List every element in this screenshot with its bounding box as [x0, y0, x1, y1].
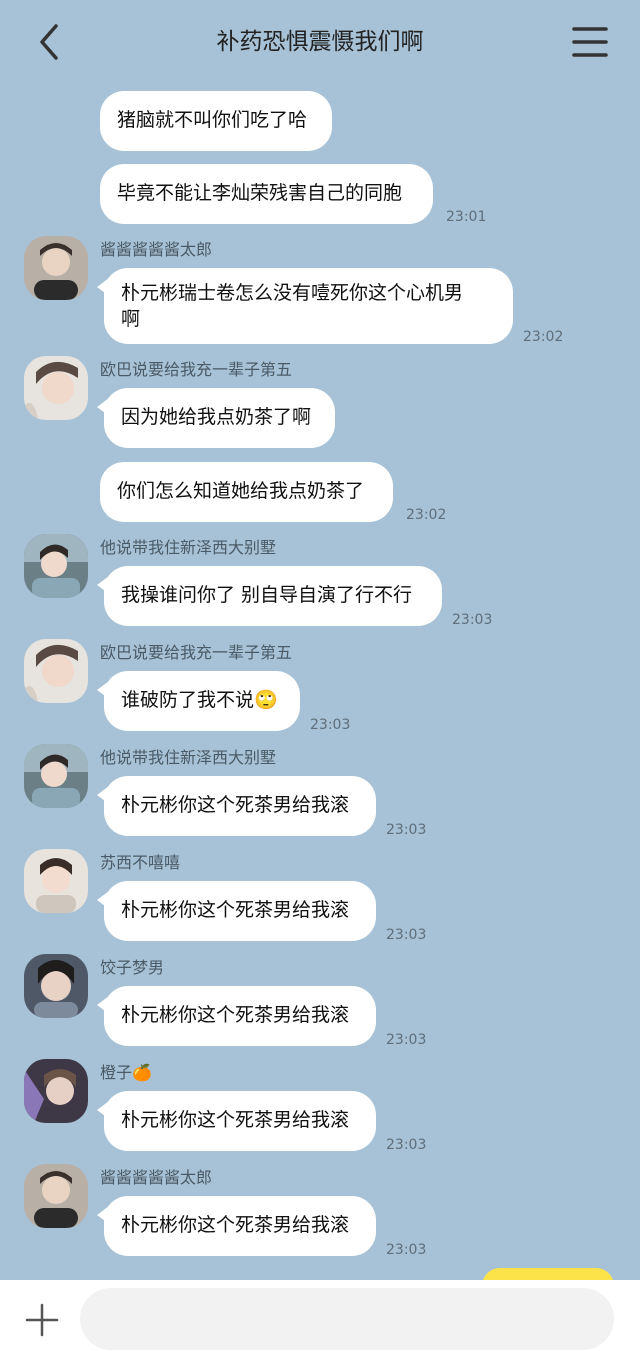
message-bubble[interactable]: 朴元彬瑞士卷怎么没有噎死你这个心机男 啊 [97, 268, 513, 344]
avatar[interactable] [24, 356, 88, 420]
avatar[interactable] [24, 1059, 88, 1123]
attach-button[interactable] [24, 1302, 60, 1338]
message-time: 23:02 [523, 329, 564, 345]
message-bubble[interactable]: 因为她给我点奶茶了啊 [97, 388, 335, 448]
message-bubble[interactable]: 朴元彬你这个死茶男给我滚 [97, 776, 376, 836]
message-time: 23:01 [446, 209, 487, 225]
message-bubble[interactable]: 毕竟不能让李灿荣残害自己的同胞 [100, 164, 433, 224]
message-bubble[interactable]: 猪脑就不叫你们吃了哈 [100, 91, 332, 151]
message-bubble[interactable]: 谁破防了我不说🙄 [97, 671, 300, 731]
message-time: 23:03 [386, 822, 427, 838]
sender-name: 酱酱酱酱酱太郎 [100, 240, 213, 259]
avatar[interactable] [24, 849, 88, 913]
message-bubble[interactable]: 朴元彬你这个死茶男给我滚 [97, 1091, 376, 1151]
message-input[interactable] [80, 1288, 614, 1350]
sender-name: 他说带我住新泽西大别墅 [100, 748, 277, 767]
message-time: 23:03 [452, 612, 493, 628]
own-message-bubble[interactable] [482, 1268, 614, 1280]
message-bubble[interactable]: 你们怎么知道她给我点奶茶了 [100, 462, 393, 522]
input-bar [0, 1280, 640, 1351]
message-time: 23:03 [386, 1032, 427, 1048]
message-time: 23:03 [310, 717, 351, 733]
sender-name: 饺子梦男 [100, 958, 165, 977]
message-line: 啊 [121, 308, 141, 330]
avatar[interactable] [24, 236, 88, 300]
sender-name: 欧巴说要给我充一辈子第五 [100, 643, 293, 662]
message-list[interactable]: 猪脑就不叫你们吃了哈 毕竟不能让李灿荣残害自己的同胞 23:01 酱酱酱酱酱太郎… [0, 0, 640, 1280]
avatar[interactable] [24, 534, 88, 598]
plus-icon [25, 1303, 59, 1337]
message-bubble[interactable]: 朴元彬你这个死茶男给我滚 [97, 986, 376, 1046]
message-bubble[interactable]: 我操谁问你了 别自导自演了行不行 [97, 566, 442, 626]
sender-name: 橙子🍊 [100, 1063, 152, 1082]
sender-name: 欧巴说要给我充一辈子第五 [100, 360, 293, 379]
sender-name: 他说带我住新泽西大别墅 [100, 538, 277, 557]
sender-name: 酱酱酱酱酱太郎 [100, 1168, 213, 1187]
sender-name: 苏西不嘻嘻 [100, 853, 181, 872]
avatar[interactable] [24, 744, 88, 808]
message-bubble[interactable]: 朴元彬你这个死茶男给我滚 [97, 881, 376, 941]
message-time: 23:03 [386, 1242, 427, 1258]
message-time: 23:02 [406, 507, 447, 523]
message-time: 23:03 [386, 927, 427, 943]
avatar[interactable] [24, 1164, 88, 1228]
avatar[interactable] [24, 639, 88, 703]
message-time: 23:03 [386, 1137, 427, 1153]
message-line: 朴元彬瑞士卷怎么没有噎死你这个心机男 [121, 282, 464, 304]
avatar[interactable] [24, 954, 88, 1018]
message-bubble[interactable]: 朴元彬你这个死茶男给我滚 [97, 1196, 376, 1256]
